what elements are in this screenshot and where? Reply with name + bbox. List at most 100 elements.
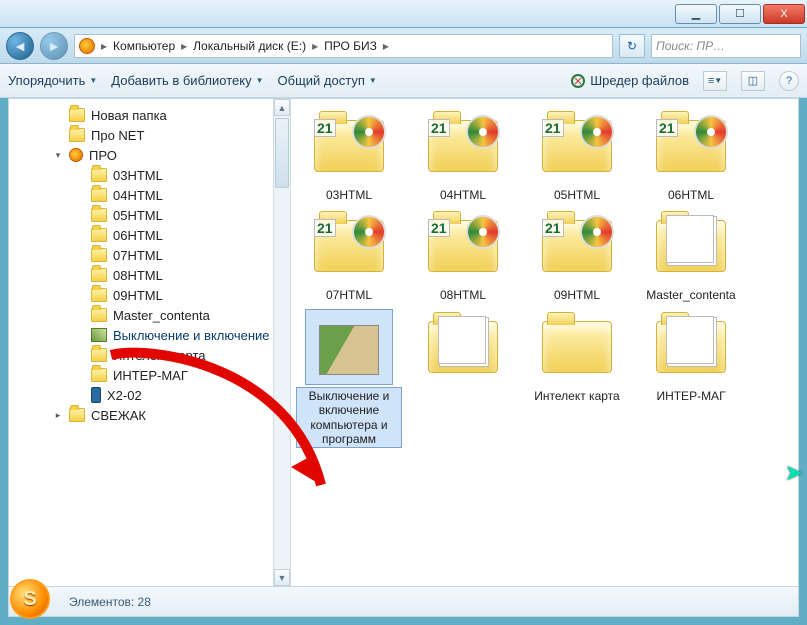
- folder-icon: [91, 168, 107, 182]
- tree-item-label: Про NET: [91, 128, 144, 143]
- tree-item-9[interactable]: ▸09HTML: [9, 285, 290, 305]
- folder-icon: [91, 188, 107, 202]
- badge-icon: 21: [314, 119, 336, 137]
- cursor-icon: ➤: [785, 460, 803, 486]
- folder-icon: [69, 108, 85, 122]
- grid-item-10[interactable]: Интелект карта: [525, 310, 629, 448]
- item-thumbnail: 21: [534, 209, 620, 283]
- help-button[interactable]: ?: [779, 71, 799, 91]
- breadcrumb-computer[interactable]: Компьютер: [109, 35, 179, 57]
- tree-item-10[interactable]: ▸Master_contenta: [9, 305, 290, 325]
- tree-pane[interactable]: ▲ ▼ ▸Новая папка▸Про NET▾ПРО▸03HTML▸04HT…: [9, 99, 291, 586]
- maximize-button[interactable]: ☐: [719, 4, 761, 24]
- item-thumbnail: [534, 310, 620, 384]
- item-thumbnail: 21: [420, 109, 506, 183]
- item-thumbnail: 21: [420, 209, 506, 283]
- breadcrumb-folder[interactable]: ПРО БИЗ: [320, 35, 381, 57]
- tree-item-0[interactable]: ▸Новая папка: [9, 105, 290, 125]
- scroll-thumb[interactable]: [275, 118, 289, 188]
- grid-item-9[interactable]: [411, 310, 515, 448]
- tree-scrollbar[interactable]: ▲ ▼: [273, 99, 290, 586]
- disc-icon: [694, 115, 728, 149]
- grid-item-2[interactable]: 2105HTML: [525, 109, 629, 203]
- shredder-button[interactable]: Шредер файлов: [570, 73, 689, 89]
- tree-item-3[interactable]: ▸03HTML: [9, 165, 290, 185]
- folder-icon: [91, 368, 107, 382]
- organize-label: Упорядочить: [8, 73, 85, 88]
- tree-item-label: 04HTML: [113, 188, 163, 203]
- collapse-icon[interactable]: ▾: [53, 150, 63, 161]
- back-button[interactable]: ◄: [6, 32, 34, 60]
- grid-item-6[interactable]: 2109HTML: [525, 209, 629, 303]
- item-thumbnail: [306, 310, 392, 384]
- close-icon: X: [780, 8, 787, 20]
- grid-item-11[interactable]: ИНТЕР-МАГ: [639, 310, 743, 448]
- scroll-down-button[interactable]: ▼: [274, 569, 290, 586]
- library-label: Добавить в библиотеку: [111, 73, 251, 88]
- tree-item-label: 06HTML: [113, 228, 163, 243]
- tree-item-label: 09HTML: [113, 288, 163, 303]
- expand-icon[interactable]: ▸: [53, 410, 63, 421]
- items-grid[interactable]: 2103HTML2104HTML2105HTML2106HTML2107HTML…: [291, 99, 798, 586]
- disc-icon: [352, 115, 386, 149]
- chevron-right-icon: ▸: [381, 39, 391, 53]
- grid-item-label: 08HTML: [437, 287, 489, 303]
- grid-item-4[interactable]: 2107HTML: [297, 209, 401, 303]
- tree-item-6[interactable]: ▸06HTML: [9, 225, 290, 245]
- status-count: 28: [138, 595, 151, 609]
- tree-item-13[interactable]: ▸ИНТЕР-МАГ: [9, 365, 290, 385]
- item-thumbnail: [420, 310, 506, 384]
- documents-icon: [438, 316, 486, 364]
- tree-item-label: Master_contenta: [113, 308, 210, 323]
- grid-item-7[interactable]: Master_contenta: [639, 209, 743, 303]
- close-button[interactable]: X: [763, 4, 805, 24]
- chevron-down-icon: ▼: [369, 76, 377, 85]
- tree-item-15[interactable]: ▸СВЕЖАК: [9, 405, 290, 425]
- tree-item-1[interactable]: ▸Про NET: [9, 125, 290, 145]
- tree-item-14[interactable]: ▸X2-02: [9, 385, 290, 405]
- grid-item-5[interactable]: 21 08HTML: [411, 209, 515, 303]
- tree-item-7[interactable]: ▸07HTML: [9, 245, 290, 265]
- tree-item-2[interactable]: ▾ПРО: [9, 145, 290, 165]
- share-button[interactable]: Общий доступ ▼: [278, 73, 377, 88]
- phone-icon: [91, 387, 101, 403]
- forward-button[interactable]: ►: [40, 32, 68, 60]
- toolbar: Упорядочить ▼ Добавить в библиотеку ▼ Об…: [0, 64, 807, 98]
- grid-item-label: Интелект карта: [531, 388, 622, 404]
- item-thumbnail: [648, 209, 734, 283]
- add-library-button[interactable]: Добавить в библиотеку ▼: [111, 73, 263, 88]
- tree-item-label: Новая папка: [91, 108, 167, 123]
- chevron-right-icon: ▸: [179, 39, 189, 53]
- tree-item-label: Выключение и включение: [113, 328, 270, 343]
- item-thumbnail: [648, 310, 734, 384]
- tree-item-label: ИНТЕР-МАГ: [113, 368, 188, 383]
- view-button[interactable]: ≡ ▼: [703, 71, 727, 91]
- tree-item-8[interactable]: ▸08HTML: [9, 265, 290, 285]
- breadcrumb[interactable]: ▸ Компьютер ▸ Локальный диск (E:) ▸ ПРО …: [74, 34, 613, 58]
- maximize-icon: ☐: [735, 7, 745, 20]
- preview-pane-button[interactable]: ◫: [741, 71, 765, 91]
- tree-item-11[interactable]: ▸Выключение и включение: [9, 325, 290, 345]
- tree-item-4[interactable]: ▸04HTML: [9, 185, 290, 205]
- breadcrumb-drive[interactable]: Локальный диск (E:): [189, 35, 310, 57]
- badge-icon: 21: [428, 119, 450, 137]
- folder-icon: [91, 268, 107, 282]
- item-thumbnail: 21: [534, 109, 620, 183]
- organize-button[interactable]: Упорядочить ▼: [8, 73, 97, 88]
- grid-item-1[interactable]: 2104HTML: [411, 109, 515, 203]
- minimize-button[interactable]: ▁: [675, 4, 717, 24]
- orb-icon: [69, 148, 83, 162]
- search-input[interactable]: Поиск: ПР…: [651, 34, 801, 58]
- tree-item-label: 05HTML: [113, 208, 163, 223]
- scroll-up-button[interactable]: ▲: [274, 99, 290, 116]
- image-thumb-icon: [319, 325, 379, 375]
- grid-item-3[interactable]: 2106HTML: [639, 109, 743, 203]
- grid-item-8[interactable]: Выключение и включение компьютера и прог…: [297, 310, 401, 448]
- badge-icon: 21: [542, 219, 564, 237]
- tree-item-12[interactable]: ▸Интелект карта: [9, 345, 290, 365]
- disc-icon: [580, 115, 614, 149]
- refresh-button[interactable]: ↻: [619, 34, 645, 58]
- grid-item-label: 06HTML: [665, 187, 717, 203]
- tree-item-5[interactable]: ▸05HTML: [9, 205, 290, 225]
- grid-item-0[interactable]: 2103HTML: [297, 109, 401, 203]
